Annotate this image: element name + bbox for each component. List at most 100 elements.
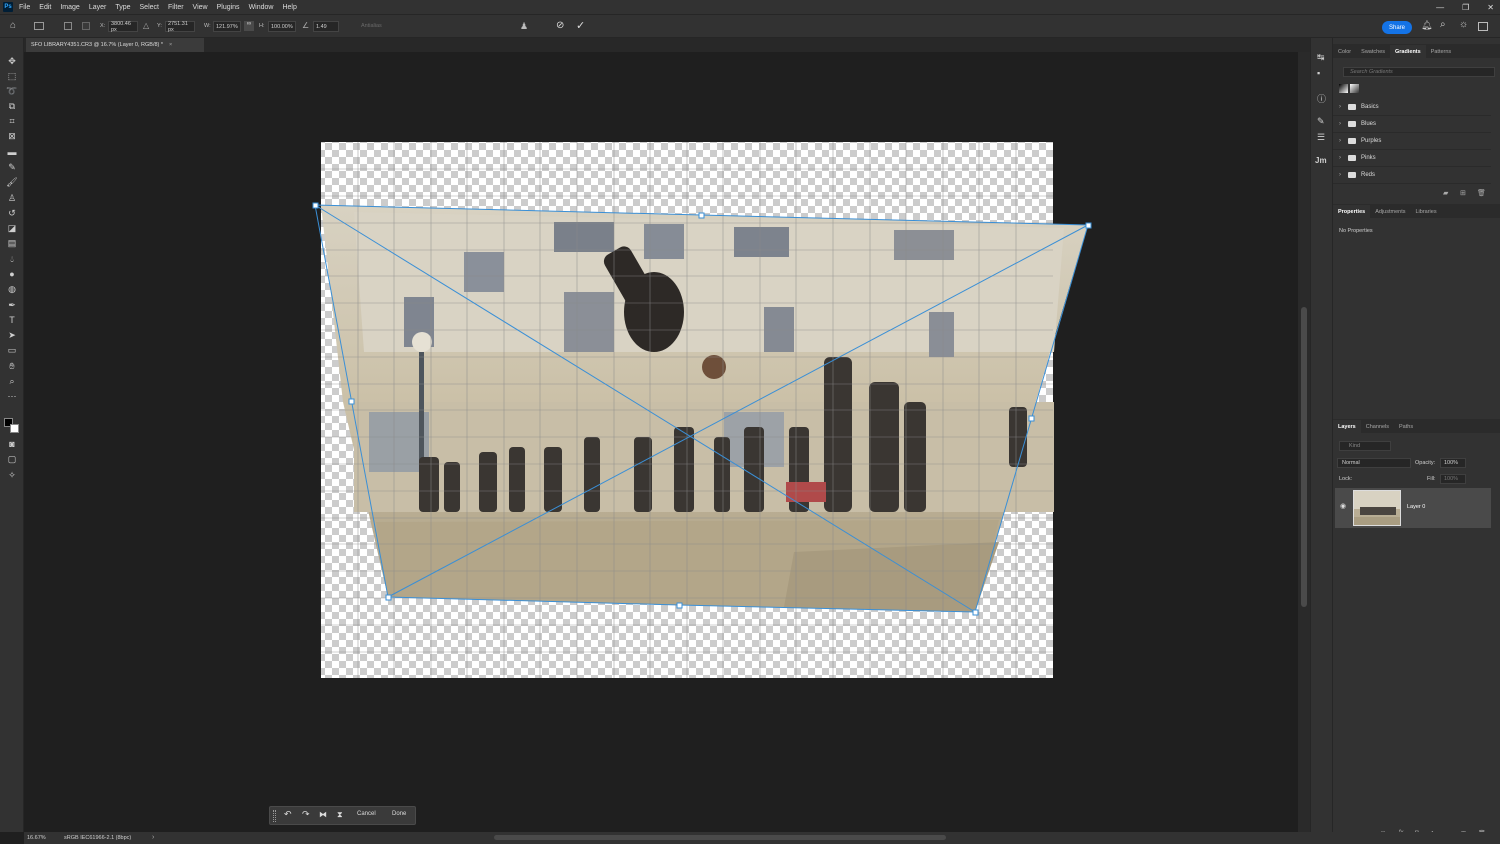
eyedropper-tool-icon[interactable]: ✎ — [5, 161, 19, 173]
comments-panel-icon[interactable]: ▪ — [1317, 68, 1320, 78]
canvas-area[interactable] — [24, 52, 1298, 832]
link-icon[interactable]: ∞ — [244, 21, 254, 31]
tab-color[interactable]: Color — [1333, 49, 1356, 58]
hand-tool-icon[interactable]: ✋︎ — [5, 360, 19, 372]
height-field[interactable]: 100.00% — [268, 21, 296, 32]
relative-position-icon[interactable]: △ — [143, 21, 149, 30]
layer-row[interactable]: ◉ Layer 0 — [1335, 488, 1491, 528]
tab-libraries[interactable]: Libraries — [1410, 209, 1441, 218]
zoom-level[interactable]: 16.67% — [27, 835, 46, 841]
color-profile[interactable]: sRGB IEC61966-2.1 (8bpc) — [64, 835, 131, 841]
rectangle-tool-icon[interactable]: ▭ — [5, 344, 19, 356]
more-tools-icon[interactable]: ⋯ — [5, 390, 19, 402]
menu-view[interactable]: View — [193, 4, 208, 11]
undo-icon[interactable]: ↶ — [284, 809, 292, 820]
reference-point-icon[interactable] — [82, 22, 90, 30]
tab-patterns[interactable]: Patterns — [1426, 49, 1456, 58]
horizontal-scroll-thumb[interactable] — [494, 835, 946, 840]
opacity-field[interactable]: 100% — [1440, 458, 1466, 468]
menu-file[interactable]: File — [19, 4, 30, 11]
history-panel-icon[interactable]: ↹ — [1317, 52, 1325, 63]
history-brush-tool-icon[interactable]: ↺ — [5, 207, 19, 219]
marquee-tool-icon[interactable]: ⬚ — [5, 70, 19, 82]
new-folder-icon[interactable]: ▰ — [1443, 189, 1448, 197]
document-tab[interactable]: SFO LIBRARY4351.CR3 @ 16.7% (Layer 0, RG… — [26, 38, 204, 52]
width-field[interactable]: 121.97% — [213, 21, 241, 32]
menu-help[interactable]: Help — [282, 4, 296, 11]
home-icon[interactable]: ⌂ — [10, 20, 16, 31]
x-position-field[interactable]: 3800.46 px — [108, 21, 138, 33]
delete-icon[interactable]: 🗑︎ — [1477, 189, 1486, 197]
close-button[interactable]: ✕ — [1487, 3, 1494, 12]
tab-adjustments[interactable]: Adjustments — [1370, 209, 1410, 218]
drag-handle-icon[interactable] — [273, 810, 276, 822]
brush-tool-icon[interactable]: 🖌︎ — [5, 176, 19, 188]
redo-icon[interactable]: ↷ — [302, 809, 310, 820]
quick-mask-icon[interactable]: ◙ — [5, 438, 19, 450]
menu-type[interactable]: Type — [115, 4, 130, 11]
gradient-folder-purples[interactable]: › Purples — [1333, 133, 1491, 150]
status-expand-icon[interactable]: › — [152, 834, 154, 841]
path-selection-tool-icon[interactable]: ➤ — [5, 329, 19, 341]
blend-mode-select[interactable]: Normal — [1337, 458, 1411, 468]
object-selection-tool-icon[interactable]: ⧉ — [5, 100, 19, 112]
background-color-swatch[interactable] — [10, 424, 19, 433]
menu-edit[interactable]: Edit — [39, 4, 51, 11]
glyphs-panel-icon[interactable]: Jm — [1315, 156, 1327, 165]
eraser-tool-icon[interactable]: ◪ — [5, 222, 19, 234]
antialias-checkbox-label[interactable]: Antialias — [361, 23, 382, 29]
cancel-button[interactable]: Cancel — [357, 811, 376, 817]
puppet-warp-icon[interactable]: ♟ — [520, 21, 528, 32]
sponge-tool-icon[interactable]: ◍ — [5, 283, 19, 295]
menu-filter[interactable]: Filter — [168, 4, 184, 11]
zoom-tool-icon[interactable]: ⌕ — [5, 375, 19, 387]
warped-photo[interactable] — [321, 205, 1088, 612]
crop-tool-icon[interactable]: ⌗ — [5, 115, 19, 127]
tab-swatches[interactable]: Swatches — [1356, 49, 1390, 58]
close-tab-icon[interactable]: × — [169, 42, 172, 48]
new-gradient-icon[interactable]: ⊞ — [1460, 189, 1466, 197]
gradient-folder-blues[interactable]: › Blues — [1333, 116, 1491, 133]
generative-icon[interactable]: ✧ — [5, 469, 19, 481]
move-tool-icon[interactable]: ✥ — [5, 55, 19, 67]
y-position-field[interactable]: 2751.31 px — [165, 21, 195, 33]
lasso-tool-icon[interactable]: ➰ — [5, 85, 19, 97]
notification-bell-icon[interactable]: 🔔︎ — [1421, 20, 1432, 31]
gradient-folder-basics[interactable]: › Basics — [1333, 99, 1491, 116]
vertical-scrollbar[interactable] — [1298, 52, 1310, 832]
minimize-button[interactable]: — — [1436, 3, 1444, 12]
brush-settings-icon[interactable]: ✎ — [1317, 116, 1325, 127]
flip-icon[interactable]: ⧓ — [319, 810, 327, 819]
done-button[interactable]: Done — [392, 811, 406, 817]
search-icon[interactable]: ⌕ — [1440, 19, 1446, 30]
info-panel-icon[interactable]: ⓘ — [1317, 92, 1326, 105]
tab-layers[interactable]: Layers — [1333, 420, 1361, 433]
warp-icon[interactable]: ⧗ — [337, 810, 343, 820]
restore-button[interactable]: ❐ — [1462, 3, 1469, 12]
gradient-preset-thumb-2[interactable] — [1350, 84, 1359, 93]
gradient-search-input[interactable]: Search Gradients — [1343, 67, 1495, 77]
layer-thumbnail[interactable] — [1353, 490, 1401, 526]
layer-filter-kind[interactable]: Kind — [1339, 441, 1391, 451]
menu-select[interactable]: Select — [140, 4, 159, 11]
pen-tool-icon[interactable]: ✒ — [5, 299, 19, 311]
frame-tool-icon[interactable]: ⊠ — [5, 130, 19, 142]
tab-channels[interactable]: Channels — [1361, 424, 1394, 433]
gradient-preset-thumb-1[interactable] — [1339, 84, 1348, 93]
gradient-tool-icon[interactable]: ▤ — [5, 237, 19, 249]
tab-gradients[interactable]: Gradients — [1390, 45, 1426, 58]
dodge-tool-icon[interactable]: ● — [5, 268, 19, 280]
cancel-transform-icon[interactable]: ⊘ — [556, 20, 564, 31]
tab-paths[interactable]: Paths — [1394, 424, 1418, 433]
menu-window[interactable]: Window — [249, 4, 274, 11]
menu-layer[interactable]: Layer — [89, 4, 107, 11]
menu-image[interactable]: Image — [60, 4, 79, 11]
screen-mode-icon[interactable]: ▢ — [5, 453, 19, 465]
layer-name[interactable]: Layer 0 — [1407, 504, 1425, 510]
workspace-icon[interactable] — [1478, 22, 1488, 31]
adjustments-icon[interactable]: ☰ — [1317, 132, 1325, 143]
reference-point-checkbox[interactable] — [64, 22, 72, 30]
fill-field[interactable]: 100% — [1440, 474, 1466, 484]
type-tool-icon[interactable]: T — [5, 314, 19, 326]
share-button[interactable]: Share — [1382, 21, 1412, 34]
